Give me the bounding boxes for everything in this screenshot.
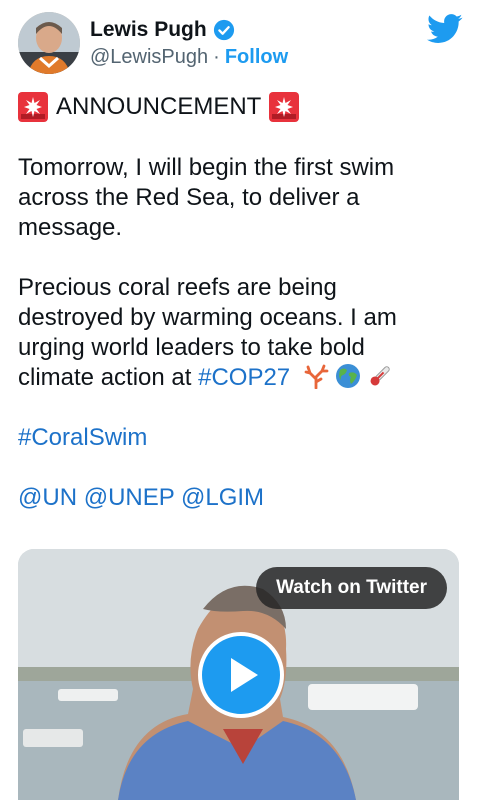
text-line: urging world leaders to take bold bbox=[18, 334, 365, 361]
play-icon bbox=[231, 658, 258, 692]
text-line: message. bbox=[18, 214, 123, 241]
play-button[interactable] bbox=[198, 632, 284, 718]
text-line: Precious coral reefs are being bbox=[18, 274, 337, 301]
avatar[interactable] bbox=[18, 12, 80, 74]
twitter-bird-icon[interactable] bbox=[427, 14, 463, 44]
text-line: climate action at #COP27 bbox=[18, 363, 463, 393]
hashtag-cop27-link[interactable]: #COP27 bbox=[198, 364, 290, 391]
watch-on-twitter-button[interactable]: Watch on Twitter bbox=[256, 567, 447, 609]
text-line: destroyed by warming oceans. I am bbox=[18, 304, 397, 331]
coral-icon bbox=[304, 364, 329, 389]
mention-lgim-link[interactable]: @LGIM bbox=[181, 484, 264, 511]
mentions-line: @UN @UNEP @LGIM bbox=[18, 483, 463, 513]
hashtag-coralswim-link[interactable]: #CoralSwim bbox=[18, 424, 147, 451]
mention-unep-link[interactable]: @UNEP bbox=[84, 484, 175, 511]
globe-icon bbox=[335, 364, 360, 388]
thermometer-icon bbox=[370, 366, 390, 386]
video-player[interactable]: Watch on Twitter bbox=[18, 549, 459, 800]
text-line: across the Red Sea, to deliver a bbox=[18, 184, 360, 211]
announcement-text: ANNOUNCEMENT bbox=[56, 93, 262, 120]
tweet-text: ANNOUNCEMENT Tomorrow, I will begin the … bbox=[18, 92, 463, 513]
tweet-header: Lewis Pugh @LewisPugh · Follow bbox=[18, 12, 463, 76]
follow-button[interactable]: Follow bbox=[225, 46, 288, 68]
mention-un-link[interactable]: @UN bbox=[18, 484, 77, 511]
text-fragment: climate action at bbox=[18, 364, 199, 391]
user-handle[interactable]: @LewisPugh bbox=[90, 46, 208, 68]
display-name[interactable]: Lewis Pugh bbox=[90, 18, 207, 42]
rotating-light-icon bbox=[18, 92, 48, 122]
separator-dot: · bbox=[213, 46, 220, 68]
verified-badge-icon bbox=[213, 19, 234, 41]
rotating-light-icon bbox=[269, 92, 300, 122]
avatar-image bbox=[18, 12, 80, 74]
announcement-line: ANNOUNCEMENT bbox=[18, 92, 463, 122]
text-line: Tomorrow, I will begin the first swim bbox=[18, 154, 395, 181]
